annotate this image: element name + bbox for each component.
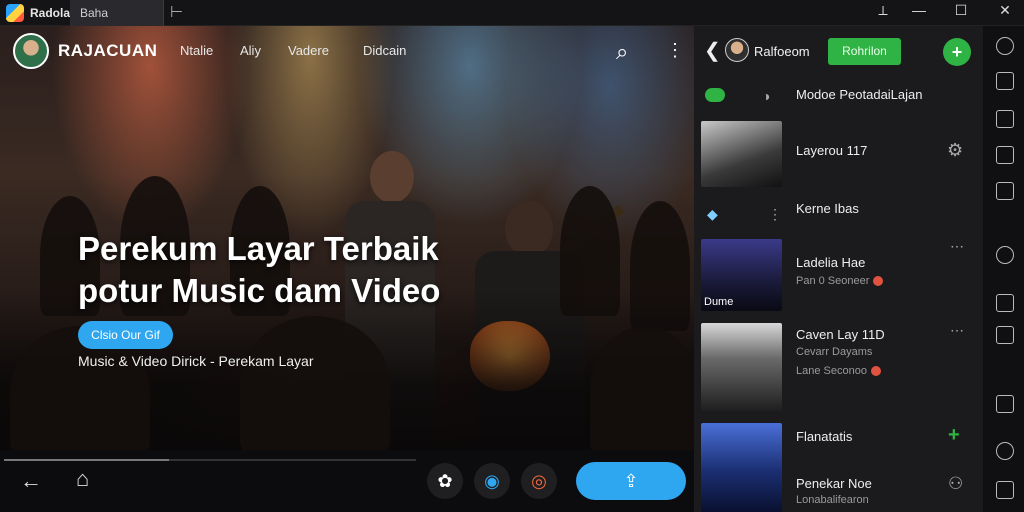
panel-channel-name: Ralfoeom — [754, 44, 810, 59]
progress-fill — [4, 459, 169, 461]
cast-icon[interactable] — [996, 395, 1014, 413]
hero-title: Perekum Layar Terbaik potur Music dam Vi… — [78, 228, 440, 312]
bird-icon: ◆ — [707, 206, 718, 222]
list-item-title[interactable]: Kerne Ibas — [796, 201, 859, 216]
edit-icon[interactable] — [996, 146, 1014, 164]
close-button[interactable]: ✕ — [990, 2, 1020, 19]
nav-item-1[interactable]: Ntalie — [180, 43, 213, 58]
nav-item-4[interactable]: Didcain — [363, 43, 406, 58]
crop-icon[interactable] — [996, 72, 1014, 90]
panel-avatar[interactable] — [725, 38, 749, 62]
collapse-icon[interactable] — [996, 481, 1014, 499]
add-green-icon[interactable]: + — [948, 424, 960, 447]
more-vertical-icon[interactable]: ⋮ — [768, 206, 782, 223]
list-item-subtitle: Cevarr Dayams — [796, 346, 873, 358]
nav-item-2[interactable]: Aliy — [240, 43, 261, 58]
progress-bar[interactable] — [4, 459, 416, 461]
thumbnail-5[interactable] — [701, 423, 782, 512]
split-icon[interactable] — [996, 110, 1014, 128]
search-icon[interactable]: ⌕ — [616, 39, 628, 65]
hero-cta-button[interactable]: Clsio Our Gif — [78, 321, 173, 349]
location-icon[interactable] — [996, 246, 1014, 264]
list-item-title[interactable]: Ladelia Hae — [796, 255, 865, 270]
hero-meta: Music & Video Dirick - Perekam Layar — [78, 353, 314, 369]
thumbnail-label: Dume — [704, 296, 734, 308]
thumbnail-4[interactable] — [701, 323, 782, 411]
tab-active[interactable]: Baha — [70, 0, 164, 26]
list-item-subtitle: Lonabalifearon — [796, 494, 869, 506]
layout-icon[interactable] — [996, 326, 1014, 344]
list-item-title[interactable]: Flanatatis — [796, 429, 852, 444]
panel-back-icon[interactable]: ❮ — [704, 38, 721, 63]
spotify-icon — [705, 88, 725, 102]
follow-button[interactable]: Rohrilon — [828, 38, 901, 65]
pin-icon[interactable]: ⟂ — [868, 2, 898, 19]
person-icon[interactable]: ⚇ — [948, 474, 963, 494]
more-horizontal-icon[interactable]: ⋯ — [950, 238, 964, 255]
minimize-button[interactable]: — — [904, 2, 934, 18]
home-icon[interactable]: ⌂ — [76, 466, 89, 492]
gear-icon[interactable]: ⚙ — [947, 140, 963, 161]
screenshot-tool-button[interactable]: ◉ — [474, 463, 510, 499]
camera-icon: ◑ — [762, 88, 771, 104]
hero-title-line-1: Perekum Layar Terbaik — [78, 230, 439, 267]
more-horizontal-icon[interactable]: ⋯ — [950, 322, 964, 339]
nav-item-3[interactable]: Vadere — [288, 43, 329, 58]
avatar[interactable] — [13, 33, 49, 69]
back-arrow-icon[interactable]: ← — [20, 468, 42, 494]
list-item-subtitle: Pan 0 Seoneer — [796, 275, 884, 287]
brand-title[interactable]: RAJACUAN — [58, 41, 157, 61]
expand-icon[interactable] — [996, 37, 1014, 55]
rotate-icon[interactable] — [996, 442, 1014, 460]
settings-tool-button[interactable]: ✿ — [427, 463, 463, 499]
list-item-subtitle-2: Lane Seconoo — [796, 365, 881, 377]
more-options-icon[interactable]: ⋮ — [666, 40, 684, 61]
record-tool-button[interactable]: ◎ — [521, 463, 557, 499]
maximize-button[interactable]: ☐ — [946, 2, 976, 19]
right-tool-rail — [983, 26, 1024, 512]
app-name: Radolai — [30, 6, 74, 20]
tab-label: Baha — [80, 6, 109, 20]
list-item-title[interactable]: Caven Lay 11D — [796, 327, 885, 342]
list-item-title[interactable]: Penekar Noe — [796, 476, 872, 491]
list-item-title[interactable]: Layerou 117 — [796, 143, 867, 158]
text-icon[interactable] — [996, 182, 1014, 200]
new-tab-icon[interactable]: ⊢ — [170, 3, 183, 21]
thumbnail-3[interactable]: Dume — [701, 239, 782, 311]
hero-title-line-2: potur Music dam Video — [78, 272, 441, 309]
add-icon[interactable]: + — [943, 38, 971, 66]
thumbnail-1[interactable] — [701, 121, 782, 187]
share-button[interactable]: ⇪ — [576, 462, 686, 500]
app-logo-icon — [6, 4, 24, 22]
panel-header-row[interactable]: Modoe PeotadaiLajan — [796, 87, 923, 102]
title-bar: Radolai Baha ⊢ ⟂ — ☐ ✕ — [0, 0, 1024, 26]
screen-icon[interactable] — [996, 294, 1014, 312]
